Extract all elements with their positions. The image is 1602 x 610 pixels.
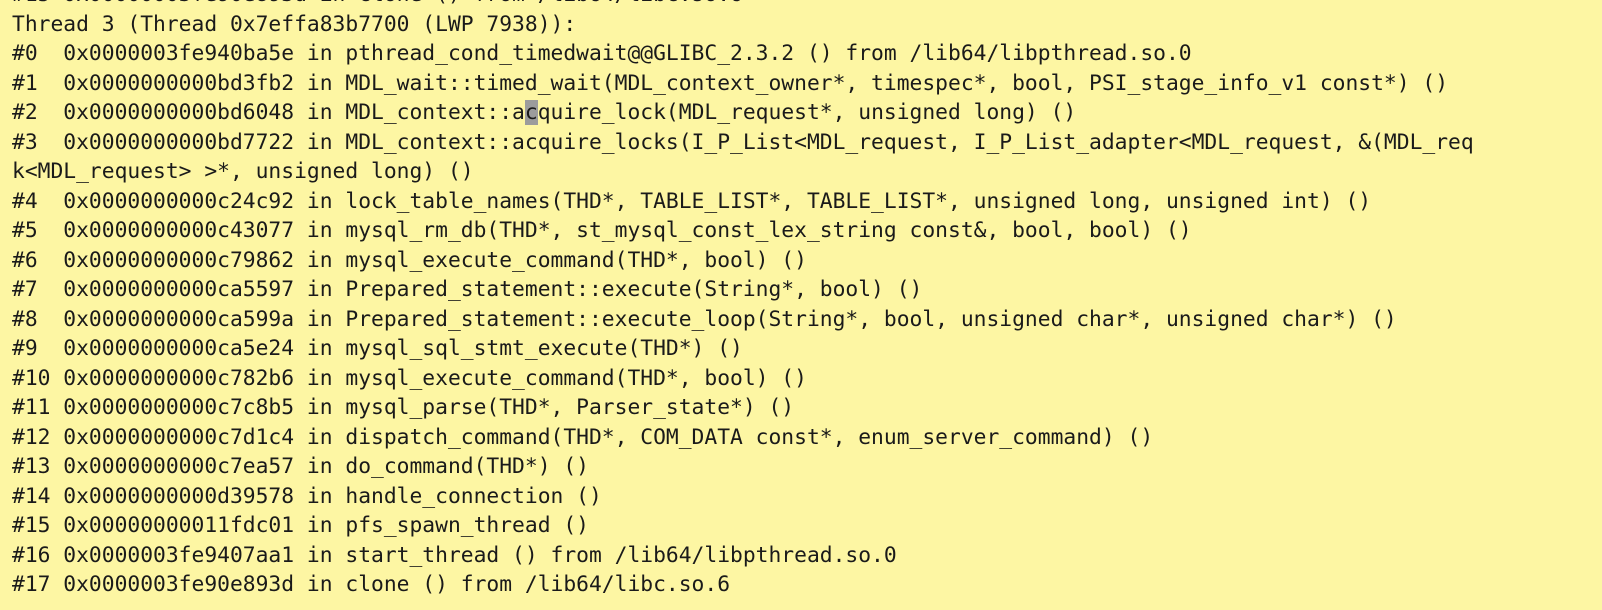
terminal-line: #4 0x0000000000c24c92 in lock_table_name… (12, 188, 1372, 214)
terminal-window[interactable]: #15 0x00000003fe90e893d in clone () from… (0, 0, 1602, 610)
terminal-output[interactable]: #15 0x00000003fe90e893d in clone () from… (12, 0, 1474, 600)
terminal-line: Thread 3 (Thread 0x7effa83b7700 (LWP 793… (12, 11, 577, 37)
terminal-line: #11 0x0000000000c7c8b5 in mysql_parse(TH… (12, 395, 795, 420)
terminal-line: #1 0x0000000000bd3fb2 in MDL_wait::timed… (12, 70, 1449, 96)
text-cursor: c (524, 100, 538, 125)
terminal-line: #15 0x00000000011fdc01 in pfs_spawn_thre… (12, 513, 589, 538)
terminal-line: #5 0x0000000000c43077 in mysql_rm_db(THD… (12, 218, 1192, 243)
terminal-line: #16 0x0000003fe9407aa1 in start_thread (… (12, 542, 897, 568)
terminal-line: #2 0x0000000000bd6048 in MDL_context::ac… (12, 98, 1474, 128)
terminal-line: #15 0x00000003fe90e893d in clone () from… (12, 0, 1474, 10)
terminal-line: #13 0x0000000000c7ea57 in do_command(THD… (12, 454, 589, 479)
terminal-line: #0 0x0000003fe940ba5e in pthread_cond_ti… (12, 41, 1192, 66)
terminal-line-text: #2 0x0000000000bd6048 in MDL_context::a (12, 100, 525, 125)
terminal-line: #10 0x0000000000c782b6 in mysql_execute_… (12, 365, 807, 391)
terminal-line: #7 0x0000000000ca5597 in Prepared_statem… (12, 277, 923, 302)
terminal-line-text: quire_lock(MDL_request*, unsigned long) … (537, 100, 1077, 125)
terminal-line: #3 0x0000000000bd7722 in MDL_context::ac… (12, 129, 1474, 155)
terminal-line: #17 0x0000003fe90e893d in clone () from … (12, 572, 731, 597)
terminal-line: k<MDL_request> >*, unsigned long) () (12, 159, 474, 184)
terminal-line: #6 0x0000000000c79862 in mysql_execute_c… (12, 247, 807, 273)
terminal-line: #14 0x0000000000d39578 in handle_connect… (12, 483, 602, 509)
terminal-line: #8 0x0000000000ca599a in Prepared_statem… (12, 306, 1397, 332)
terminal-line: #9 0x0000000000ca5e24 in mysql_sql_stmt_… (12, 336, 743, 361)
terminal-line: #12 0x0000000000c7d1c4 in dispatch_comma… (12, 424, 1154, 450)
